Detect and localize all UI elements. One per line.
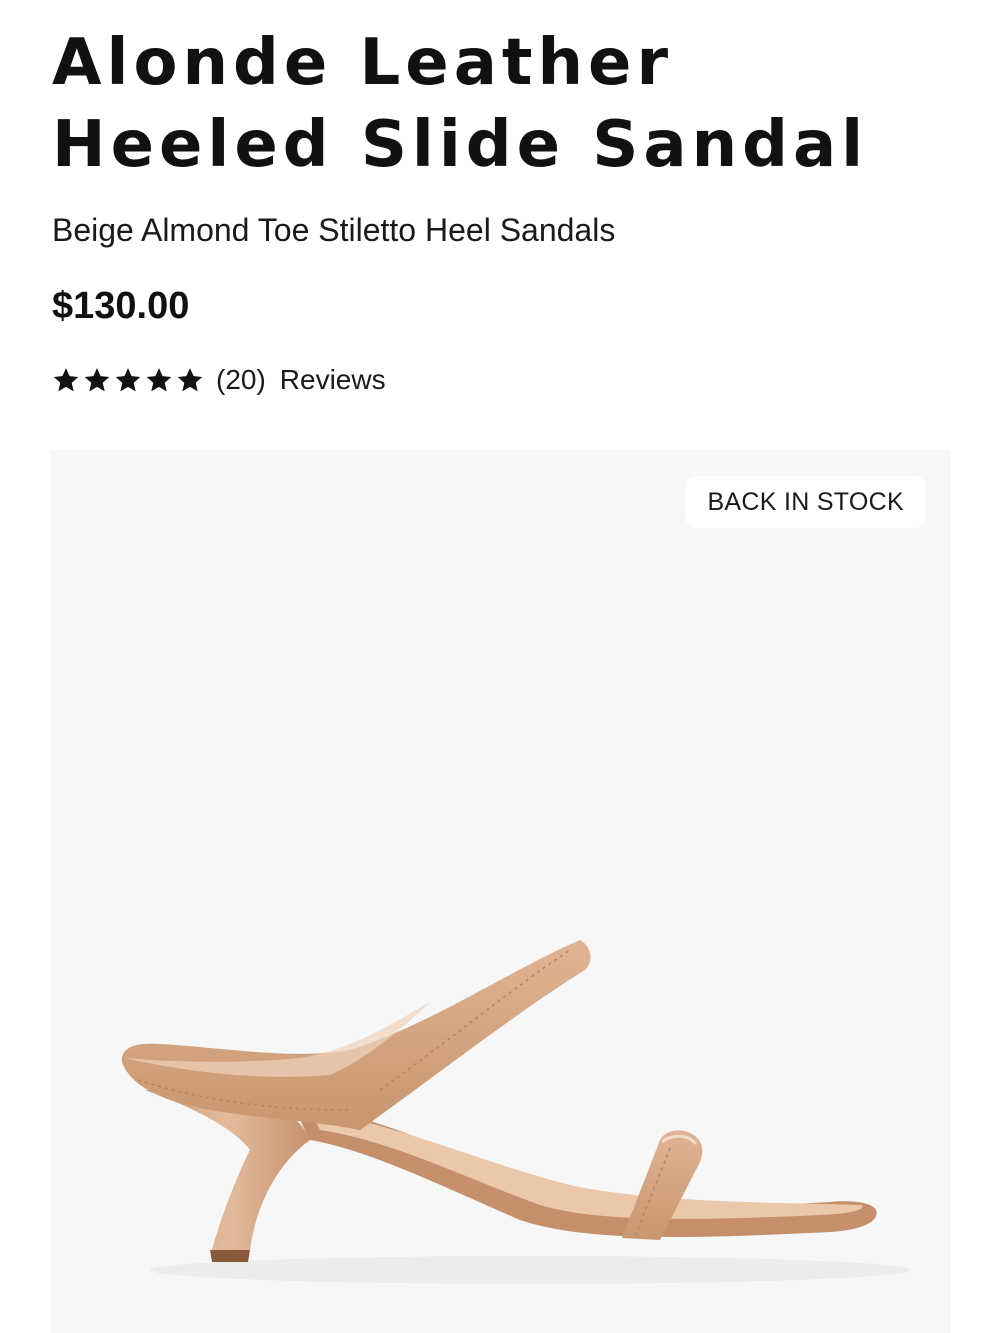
star-icon — [115, 368, 141, 392]
back-in-stock-badge: BACK IN STOCK — [686, 476, 925, 528]
star-icon — [177, 368, 203, 392]
sandal-image — [121, 940, 910, 1284]
product-title: Alonde Leather Heeled Slide Sandal — [52, 22, 952, 186]
star-icon — [146, 368, 172, 392]
product-image[interactable]: BACK IN STOCK — [50, 450, 951, 1333]
product-subtitle: Beige Almond Toe Stiletto Heel Sandals — [52, 212, 616, 248]
star-icon — [53, 368, 79, 392]
product-rating[interactable]: (20) Reviews — [52, 360, 386, 400]
product-price: $130.00 — [52, 285, 190, 327]
rating-stars — [52, 366, 204, 394]
review-count: (20) — [216, 364, 266, 395]
star-icon — [84, 368, 110, 392]
product-title-line-2: Heeled Slide Sandal — [52, 108, 869, 182]
reviews-link[interactable]: Reviews — [280, 364, 386, 396]
product-title-line-1: Alonde Leather — [52, 26, 673, 100]
